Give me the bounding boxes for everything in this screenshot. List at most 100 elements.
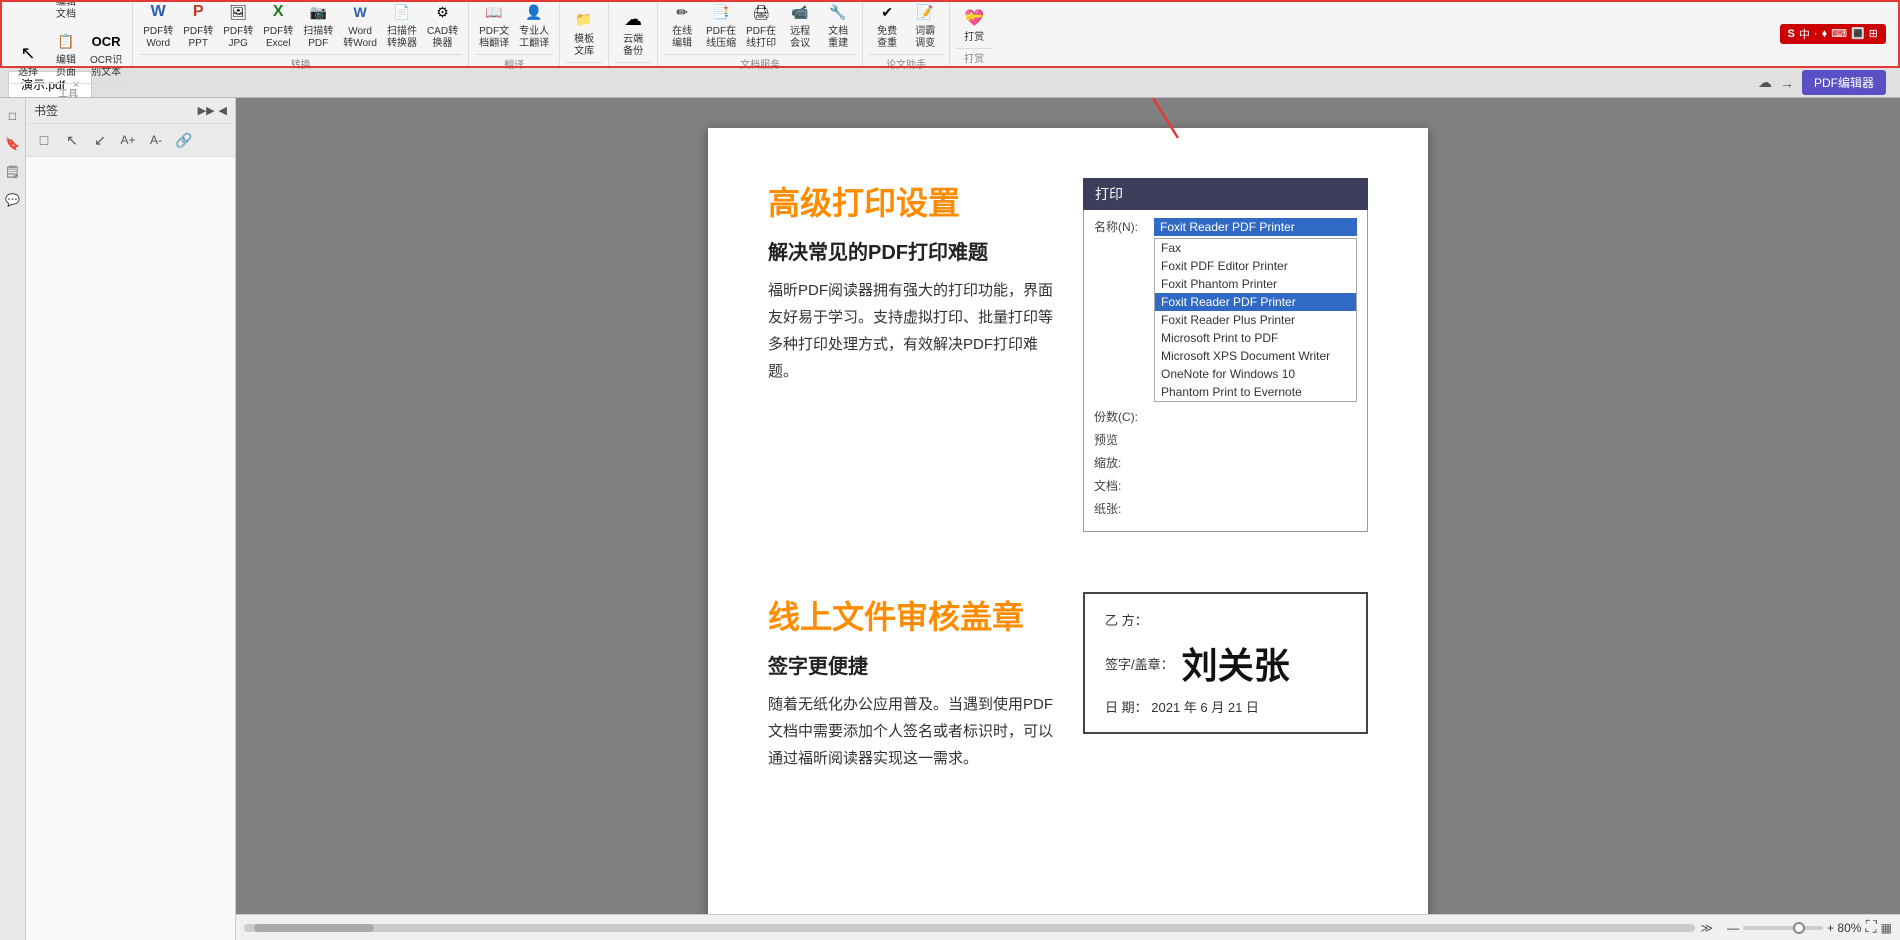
section2-text: 线上文件审核盖章 签字更便捷 随着无纸化办公应用普及。当遇到使用PDF文档中需要… [768, 592, 1063, 792]
pdf2word-button[interactable]: W PDF转Word [139, 0, 177, 52]
bookmark-tool-5[interactable]: A- [144, 128, 168, 152]
printer-onenote[interactable]: OneNote for Windows 10 [1155, 365, 1356, 383]
left-icon-strip: □ 🔖 🗒 💬 [0, 98, 26, 940]
remote-meeting-button[interactable]: 📹 远程会议 [782, 0, 818, 52]
pdf2excel-label: PDF转Excel [263, 26, 293, 50]
free-check-icon: ✔ [873, 0, 901, 26]
cad2pdf-button[interactable]: ⚙ CAD转换器 [423, 0, 462, 52]
select-tool-button[interactable]: ↖ 选择 [10, 37, 46, 81]
pdf2ppt-button[interactable]: P PDF转PPT [179, 0, 217, 52]
pdf2ppt-label: PDF转PPT [183, 26, 213, 50]
printer-foxit-plus[interactable]: Foxit Reader Plus Printer [1155, 311, 1356, 329]
doc-repair-label: 文档重建 [828, 26, 848, 50]
scan-part-icon: 📄 [388, 0, 416, 26]
cad2pdf-icon: ⚙ [429, 0, 457, 26]
printer-ms-xps[interactable]: Microsoft XPS Document Writer [1155, 347, 1356, 365]
reward-button[interactable]: 💝 打赏 [956, 2, 992, 46]
pdf-print-icon: 🖨 [747, 0, 775, 26]
printer-phantom-evernote[interactable]: Phantom Print to Evernote [1155, 383, 1356, 401]
free-check-button[interactable]: ✔ 免费查重 [869, 0, 905, 52]
arrow-right-icon[interactable]: → [1780, 75, 1794, 91]
pdf2excel-button[interactable]: X PDF转Excel [259, 0, 297, 52]
horizontal-scrollbar[interactable] [244, 924, 1695, 932]
sig-sign-label: 签字/盖章： [1105, 654, 1174, 673]
bookmark-tool-4[interactable]: A+ [116, 128, 140, 152]
sidebar-expand-icon[interactable]: ▶▶ [198, 104, 215, 117]
toolbar-group-tools: ↖ 选择 📄 编辑文档 📋 编辑页面 OCR OCR识别文本 工具 [4, 0, 133, 67]
scan2pdf-button[interactable]: 📷 扫描转PDF [299, 0, 337, 52]
fullscreen-icon[interactable]: ⛶ [1865, 919, 1876, 937]
toolbar-group-cloud: ☁ 云端备份 [609, 0, 658, 67]
person-translate-icon: 👤 [520, 0, 548, 26]
pdf-editor-button[interactable]: PDF编辑器 [1802, 70, 1886, 95]
online-edit-button[interactable]: ✏ 在线编辑 [664, 0, 700, 52]
scroll-arrows[interactable]: ≫ [1701, 921, 1714, 935]
person-translate-label: 专业人工翻译 [519, 26, 549, 50]
word-check-button[interactable]: 📝 词霸调变 [907, 0, 943, 52]
printer-fax[interactable]: Fax [1155, 239, 1356, 257]
cloud-backup-label: 云端备份 [623, 34, 643, 58]
pdf-translate-label: PDF文档翻译 [479, 26, 509, 50]
scan-part-button[interactable]: 📄 扫描件转换器 [383, 0, 421, 52]
pdf-translate-button[interactable]: 📖 PDF文档翻译 [475, 0, 513, 52]
pdf2jpg-button[interactable]: 🖼 PDF转JPG [219, 0, 257, 52]
left-icon-1[interactable]: □ [3, 106, 23, 126]
bookmark-tool-2[interactable]: ↖ [60, 128, 84, 152]
docservice-section-label: 文档服务 [664, 54, 856, 71]
printer-foxit-phantom[interactable]: Foxit Phantom Printer [1155, 275, 1356, 293]
pdf-print-button[interactable]: 🖨 PDF在线打印 [742, 0, 780, 52]
person-translate-button[interactable]: 👤 专业人工翻译 [515, 0, 553, 52]
toolbar: ↖ 选择 📄 编辑文档 📋 编辑页面 OCR OCR识别文本 工具 [0, 0, 1900, 68]
bookmark-tool-1[interactable]: □ [32, 128, 56, 152]
sidebar-tools: □ ↖ ↙ A+ A- 🔗 [26, 124, 235, 157]
print-name-row: 名称(N): Foxit Reader PDF Printer Fax Foxi… [1094, 218, 1357, 402]
edit-page-button[interactable]: 📋 编辑页面 [48, 25, 84, 81]
print-doc-label: 文档: [1094, 477, 1154, 494]
cloud-backup-button[interactable]: ☁ 云端备份 [615, 4, 651, 60]
left-icon-3[interactable]: 🗒 [3, 162, 23, 182]
word-check-label: 词霸调变 [915, 26, 935, 50]
print-dropdown: Fax Foxit PDF Editor Printer Foxit Phant… [1154, 238, 1357, 402]
template-button[interactable]: 📁 模板文库 [566, 4, 602, 60]
bookmark-tool-6[interactable]: 🔗 [172, 128, 196, 152]
print-name-selected[interactable]: Foxit Reader PDF Printer [1154, 218, 1357, 236]
edit-doc-button[interactable]: 📄 编辑文档 [48, 0, 84, 23]
printer-foxit-reader[interactable]: Foxit Reader PDF Printer [1155, 293, 1356, 311]
ocr-button[interactable]: OCR OCR识别文本 [86, 25, 126, 81]
pdf2excel-icon: X [264, 0, 292, 26]
print-scale-row: 缩放: [1094, 454, 1357, 471]
print-dialog-body: 名称(N): Foxit Reader PDF Printer Fax Foxi… [1083, 210, 1368, 532]
doc-repair-button[interactable]: 🔧 文档重建 [820, 0, 856, 52]
pdf-print-label: PDF在线打印 [746, 26, 776, 50]
bookmark-tool-3[interactable]: ↙ [88, 128, 112, 152]
convert-section-label: 转换 [139, 54, 462, 71]
word2pdf-button[interactable]: W Word转Word [339, 0, 381, 52]
zoom-slider-track[interactable] [1743, 926, 1823, 930]
zoom-minus-icon[interactable]: — [1727, 921, 1739, 935]
edit-doc-label: 编辑文档 [56, 0, 76, 21]
zoom-slider-thumb[interactable] [1793, 922, 1805, 934]
cad2pdf-label: CAD转换器 [427, 26, 458, 50]
pdf-compress-button[interactable]: 📑 PDF在线压缩 [702, 0, 740, 52]
printer-foxit-editor[interactable]: Foxit PDF Editor Printer [1155, 257, 1356, 275]
sougou-bar[interactable]: S 中 · ♦ ⌨ 🔳 ⊞ [1780, 24, 1886, 44]
sig-date-row: 日 期： 2021 年 6 月 21 日 [1105, 697, 1346, 716]
zoom-controls: — + 80% ⛶ ▦ [1727, 919, 1892, 937]
left-icon-2[interactable]: 🔖 [3, 134, 23, 154]
cloud-icon[interactable]: ☁ [1758, 74, 1772, 91]
grid-icon[interactable]: ▦ [1881, 921, 1892, 935]
template-label: 模板文库 [574, 34, 594, 58]
left-icon-4[interactable]: 💬 [3, 190, 23, 210]
select-label: 选择 [18, 67, 38, 79]
pdf-translate-icon: 📖 [480, 0, 508, 26]
sidebar-collapse-icon[interactable]: ◀ [219, 104, 227, 117]
print-name-value: Foxit Reader PDF Printer Fax Foxit PDF E… [1154, 218, 1357, 402]
bottom-bar: ≫ — + 80% ⛶ ▦ [236, 914, 1900, 940]
pdf-editor-label: PDF编辑器 [1814, 76, 1874, 90]
remote-meeting-label: 远程会议 [790, 26, 810, 50]
pdf-compress-icon: 📑 [707, 0, 735, 26]
section2-body: 随着无纸化办公应用普及。当遇到使用PDF文档中需要添加个人签名或者标识时，可以通… [768, 691, 1063, 772]
print-copies-row: 份数(C): [1094, 408, 1357, 425]
section1-body: 福昕PDF阅读器拥有强大的打印功能，界面友好易于学习。支持虚拟打印、批量打印等多… [768, 277, 1063, 385]
printer-ms-pdf[interactable]: Microsoft Print to PDF [1155, 329, 1356, 347]
